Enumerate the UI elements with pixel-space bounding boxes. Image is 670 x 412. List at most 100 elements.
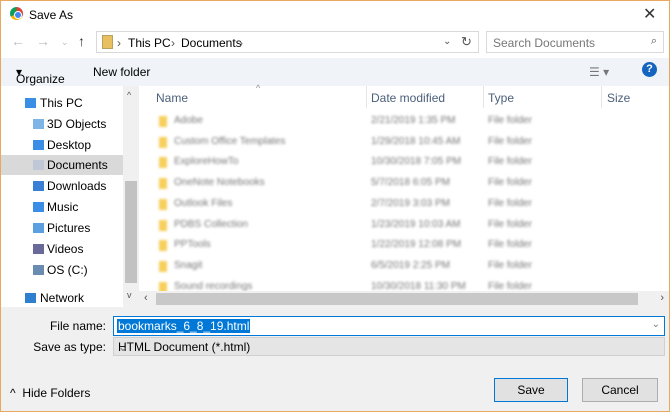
sidebar-item-network[interactable]: Network [1,288,123,308]
column-divider [601,86,602,108]
sidebar-item-music[interactable]: Music [1,197,123,217]
refresh-icon[interactable]: ↻ [461,34,472,50]
video-icon [33,244,44,254]
save-as-type-label: Save as type: [33,340,106,354]
column-type[interactable]: Type [488,91,514,105]
file-name: ExploreHowTo [174,156,239,168]
file-date: 5/7/2018 6:05 PM [371,177,450,189]
folder-icon [159,178,167,190]
organize-label: Organize [16,72,65,86]
file-name-label: File name: [49,319,106,333]
horizontal-scroll-thumb[interactable] [156,293,638,305]
file-type: File folder [488,239,532,251]
view-options-icon[interactable]: ☰ ▾ [589,65,609,79]
music-icon [33,202,44,212]
folder-icon [159,157,167,169]
search-input[interactable]: Search Documents ⌕ [486,31,664,53]
folder-icon [159,198,167,210]
file-name-value: bookmarks_6_8_19.html [117,319,251,333]
file-row[interactable]: Outlook Files 2/7/2019 3:03 PM File fold… [141,194,669,214]
cancel-button[interactable]: Cancel [582,378,658,402]
network-icon [25,293,36,303]
file-name: OneNote Notebooks [174,177,265,189]
file-row[interactable]: PDBS Collection 1/23/2019 10:03 AM File … [141,215,669,235]
desktop-icon [33,140,44,150]
file-type: File folder [488,280,532,292]
sidebar-scroll-thumb[interactable] [125,181,137,283]
chevron-up-icon: ^ [10,386,16,400]
column-divider [366,86,367,108]
column-name[interactable]: Name [156,91,188,105]
cube-icon [33,119,44,129]
column-divider [483,86,484,108]
file-row[interactable]: ExploreHowTo 10/30/2018 7:05 PM File fol… [141,152,669,172]
sidebar-item-documents[interactable]: Documents [1,155,123,175]
back-icon[interactable]: ← [11,33,25,49]
recent-chevron-icon[interactable]: ⌄ [61,37,69,48]
sidebar-item-label: OS (C:) [47,263,88,277]
sidebar-item-label: Desktop [47,138,92,152]
crumb-this-pc[interactable]: This PC [128,36,171,50]
sidebar-item-label: Pictures [47,221,91,235]
navigation-pane: This PC 3D Objects Desktop Documents Downloa… [1,86,123,307]
crumb-documents[interactable]: Documents [181,36,242,50]
hide-folders-button[interactable]: ^ Hide Folders [10,386,90,400]
hide-folders-label: Hide Folders [22,386,91,400]
file-name: Outlook Files [174,197,233,209]
sidebar-item-downloads[interactable]: Downloads [1,176,123,196]
save-as-dialog: Save As ✕ ← → ⌄ ↑ › This PC › Documents … [0,0,670,412]
file-type: File folder [488,197,532,209]
drive-icon [33,265,44,275]
picture-icon [33,223,44,233]
file-type: File folder [488,156,532,168]
file-row[interactable]: OneNote Notebooks 5/7/2018 6:05 PM File … [141,173,669,193]
sidebar-item-pictures[interactable]: Pictures [1,218,123,238]
column-size[interactable]: Size [607,91,630,105]
file-date: 10/30/2018 7:05 PM [371,156,462,168]
organize-button[interactable]: Organize ▾ [16,65,65,86]
sidebar-item-label: Network [40,291,85,305]
chevron-down-icon[interactable]: ⌄ [652,319,660,330]
save-button[interactable]: Save [494,378,568,402]
file-type: File folder [488,115,532,126]
sidebar-item-label: Downloads [47,179,107,193]
sidebar-item-this-pc[interactable]: This PC [1,93,123,113]
file-row[interactable]: Custom Office Templates 1/29/2018 10:45 … [141,132,669,152]
address-dropdown-icon[interactable]: ⌄ [443,36,451,47]
save-as-type-select[interactable]: HTML Document (*.html) ⌄ [113,337,665,356]
file-date: 6/5/2019 2:25 PM [371,259,450,271]
file-row[interactable]: Snagit 6/5/2019 2:25 PM File folder [141,256,669,276]
sidebar-item-os-c[interactable]: OS (C:) [1,260,123,280]
file-name-input[interactable]: bookmarks_6_8_19.html ⌄ [113,316,665,336]
sidebar-item-label: Videos [47,242,84,256]
documents-folder-icon [102,35,113,49]
file-name: Snagit [174,259,203,271]
sidebar-item-label: Documents [47,158,108,172]
sidebar-item-desktop[interactable]: Desktop [1,135,123,155]
search-placeholder: Search Documents [493,36,596,50]
column-date-modified[interactable]: Date modified [371,91,445,105]
file-name: Sound recordings [174,280,253,292]
sidebar-item-videos[interactable]: Videos [1,239,123,259]
address-bar[interactable]: › This PC › Documents › ⌄ ↻ [96,31,479,53]
chevron-down-icon: ⌄ [118,340,129,354]
forward-icon[interactable]: → [36,33,50,49]
file-type: File folder [488,177,532,189]
new-folder-button[interactable]: New folder [93,65,150,79]
file-type: File folder [488,259,532,271]
file-row[interactable]: Adobe 2/21/2019 1:35 PM File folder [141,111,669,131]
help-button[interactable]: ? [642,62,657,77]
file-row[interactable]: PPTools 1/22/2019 12:08 PM File folder [141,235,669,255]
chrome-icon [10,7,23,20]
sort-ascending-icon: ^ [256,83,261,93]
sidebar-item-3d-objects[interactable]: 3D Objects [1,114,123,134]
file-name: PDBS Collection [174,218,248,230]
close-button[interactable]: ✕ [643,4,656,24]
up-icon[interactable]: ↑ [78,33,85,49]
file-date: 2/7/2019 3:03 PM [371,197,450,209]
file-name: Adobe [174,115,203,126]
download-icon [33,181,44,191]
file-date: 1/23/2019 10:03 AM [371,218,461,230]
file-name: PPTools [174,239,211,251]
sidebar-item-label: Music [47,200,79,214]
